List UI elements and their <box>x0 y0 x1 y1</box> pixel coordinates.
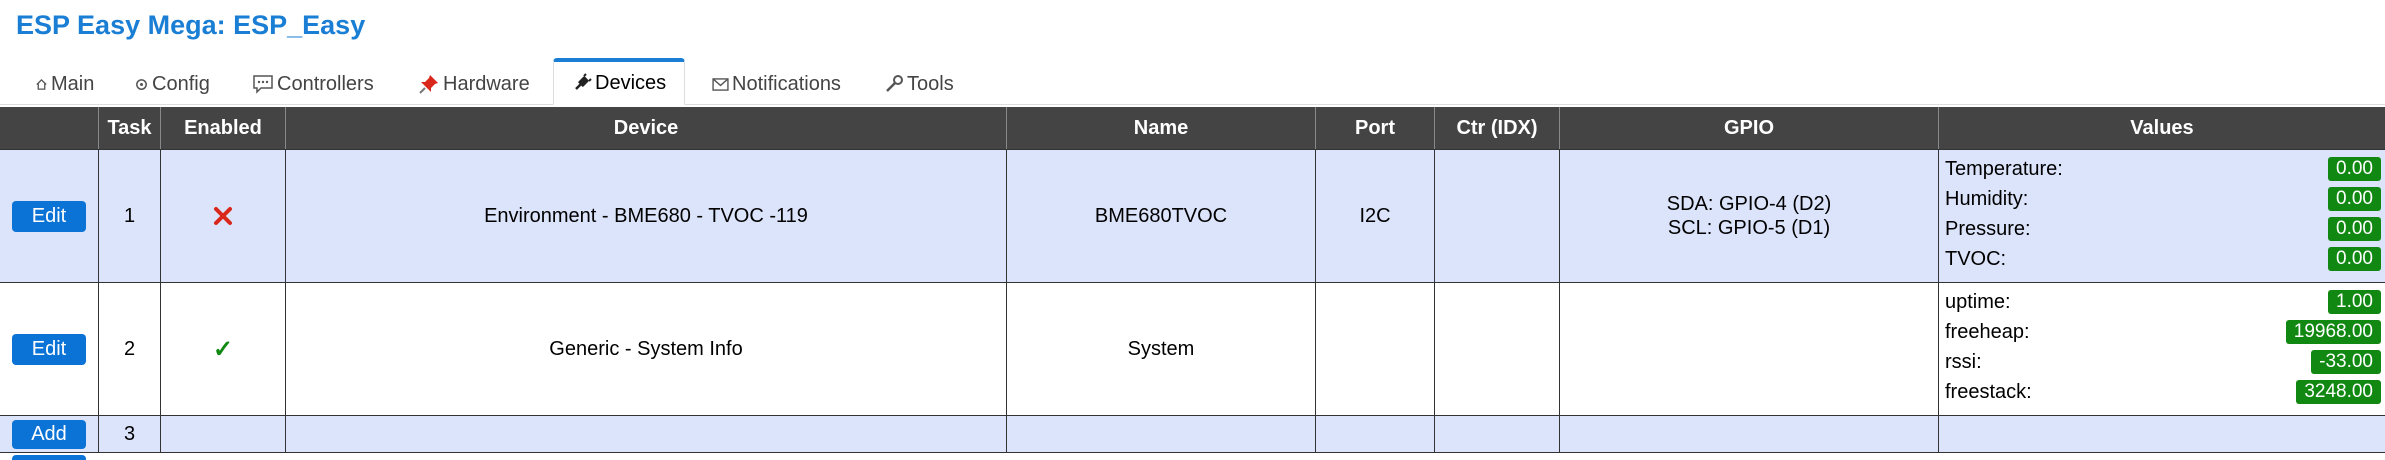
enabled-cell <box>160 150 285 282</box>
ctr-idx-cell <box>1434 416 1559 452</box>
value-line: freestack: 3248.00 <box>1945 377 2381 407</box>
actions-cell: Edit <box>0 150 98 282</box>
values-cell: uptime: 1.00 freeheap: 19968.00 rssi: -3… <box>1938 283 2385 415</box>
actions-cell: Edit <box>0 283 98 415</box>
column-header-name: Name <box>1006 107 1315 149</box>
mail-icon <box>712 77 729 91</box>
edit-button[interactable]: Edit <box>12 200 86 232</box>
actions-cell: Add <box>0 416 98 452</box>
values-cell <box>1938 416 2385 452</box>
gpio-cell <box>1559 416 1938 452</box>
value-badge: 0.00 <box>2328 157 2381 181</box>
pin-icon <box>418 73 440 95</box>
column-header-actions <box>0 107 98 149</box>
column-header-port: Port <box>1315 107 1434 149</box>
value-badge: -33.00 <box>2311 350 2381 374</box>
tab-main[interactable]: Main <box>35 64 94 104</box>
add-button-partial[interactable] <box>12 455 86 460</box>
tab-devices[interactable]: Devices <box>553 58 686 105</box>
port-cell: I2C <box>1315 150 1434 282</box>
value-name: TVOC: <box>1945 247 2007 270</box>
column-header-enabled: Enabled <box>160 107 285 149</box>
value-name: uptime: <box>1945 290 2011 313</box>
value-name: Humidity: <box>1945 187 2029 210</box>
value-line: Humidity: 0.00 <box>1945 184 2381 214</box>
name-cell: BME680TVOC <box>1006 150 1315 282</box>
ctr-idx-cell <box>1434 283 1559 415</box>
tab-label: Notifications <box>732 72 841 95</box>
value-name: freestack: <box>1945 380 2032 403</box>
name-cell: System <box>1006 283 1315 415</box>
port-cell <box>1315 283 1434 415</box>
tab-label: Main <box>51 72 95 95</box>
table-row: Edit 2 ✓ Generic - System Info System up… <box>0 282 2385 415</box>
ctr-idx-cell <box>1434 150 1559 282</box>
tab-bar: Main Config Controllers Hardware Devices <box>0 58 2385 105</box>
value-name: Temperature: <box>1945 157 2063 180</box>
tab-label: Hardware <box>443 72 530 95</box>
app-title: ESP Easy Mega: ESP_Easy <box>16 10 366 40</box>
value-badge: 0.00 <box>2328 217 2381 241</box>
plug-icon <box>572 73 592 93</box>
column-header-task: Task <box>98 107 160 149</box>
top-bar: ESP Easy Mega: ESP_Easy Main Config Cont… <box>0 0 2385 105</box>
column-header-values: Values <box>1938 107 2385 149</box>
table-row <box>0 452 2385 460</box>
value-badge: 0.00 <box>2328 247 2381 271</box>
value-name: freeheap: <box>1945 320 2030 343</box>
name-cell <box>1006 416 1315 452</box>
tab-notifications[interactable]: Notifications <box>712 64 841 104</box>
value-name: rssi: <box>1945 350 1982 373</box>
tab-label: Tools <box>907 72 954 95</box>
port-cell <box>1315 416 1434 452</box>
column-header-ctr-idx: Ctr (IDX) <box>1434 107 1559 149</box>
tab-tools[interactable]: Tools <box>884 64 954 104</box>
values-cell: Temperature: 0.00 Humidity: 0.00 Pressur… <box>1938 150 2385 282</box>
wrench-icon <box>884 74 904 94</box>
tab-label: Devices <box>595 71 667 94</box>
gpio-cell <box>1559 283 1938 415</box>
tab-label: Controllers <box>277 72 374 95</box>
gpio-line: SCL: GPIO-5 (D1) <box>1667 217 1831 239</box>
enabled-cell <box>160 416 285 452</box>
value-badge: 1.00 <box>2328 290 2381 314</box>
task-cell: 3 <box>98 416 160 452</box>
column-header-device: Device <box>285 107 1006 149</box>
home-icon <box>35 78 48 91</box>
device-cell <box>285 416 1006 452</box>
value-line: uptime: 1.00 <box>1945 287 2381 317</box>
value-line: TVOC: 0.00 <box>1945 244 2381 274</box>
gear-icon <box>134 77 149 92</box>
value-line: Temperature: 0.00 <box>1945 154 2381 184</box>
task-cell: 2 <box>98 283 160 415</box>
gpio-line: SDA: GPIO-4 (D2) <box>1666 193 1832 215</box>
enabled-check-icon: ✓ <box>212 335 234 363</box>
add-button[interactable]: Add <box>12 419 86 449</box>
value-badge: 0.00 <box>2328 187 2381 211</box>
value-badge: 3248.00 <box>2296 380 2381 404</box>
device-cell: Environment - BME680 - TVOC -119 <box>285 150 1006 282</box>
value-line: freeheap: 19968.00 <box>1945 317 2381 347</box>
value-line: Pressure: 0.00 <box>1945 214 2381 244</box>
tab-controllers[interactable]: Controllers <box>252 64 374 104</box>
enabled-cell: ✓ <box>160 283 285 415</box>
table-header: Task Enabled Device Name Port Ctr (IDX) … <box>0 107 2385 149</box>
value-name: Pressure: <box>1945 217 2031 240</box>
task-cell: 1 <box>98 150 160 282</box>
table-row: Edit 1 Environment - BME680 - TVOC -119 … <box>0 149 2385 282</box>
gpio-cell: SDA: GPIO-4 (D2) SCL: GPIO-5 (D1) <box>1559 150 1938 282</box>
tab-label: Config <box>152 72 210 95</box>
device-cell: Generic - System Info <box>285 283 1006 415</box>
tab-hardware[interactable]: Hardware <box>418 64 530 104</box>
chat-icon <box>252 74 274 94</box>
actions-cell <box>0 453 98 460</box>
tab-config[interactable]: Config <box>134 64 210 104</box>
value-line: rssi: -33.00 <box>1945 347 2381 377</box>
edit-button[interactable]: Edit <box>12 333 86 365</box>
table-row: Add 3 <box>0 415 2385 452</box>
value-badge: 19968.00 <box>2285 320 2381 344</box>
disabled-cross-icon <box>214 207 232 225</box>
column-header-gpio: GPIO <box>1559 107 1938 149</box>
